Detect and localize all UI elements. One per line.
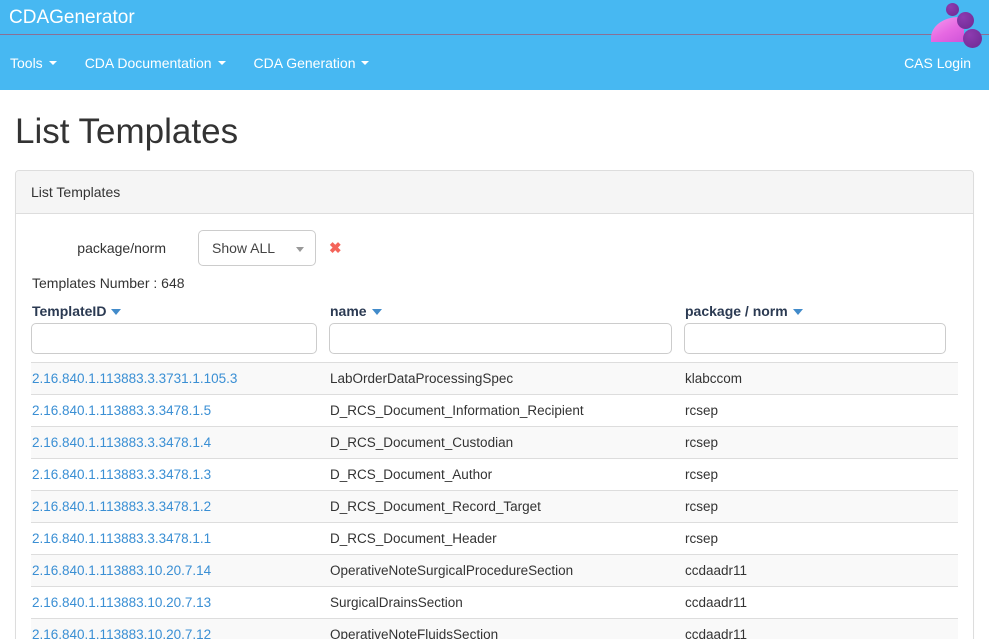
chevron-down-icon [218, 61, 226, 65]
panel-heading: List Templates [16, 171, 973, 214]
template-package-cell: ccdaadr11 [684, 619, 958, 639]
template-name-cell: SurgicalDrainsSection [329, 587, 684, 619]
package-norm-filter-input[interactable] [684, 323, 946, 354]
nav-item-cda-generation[interactable]: CDA Generation [240, 45, 384, 81]
package-norm-select[interactable]: Show ALL [198, 230, 316, 266]
template-name-cell: D_RCS_Document_Record_Target [329, 491, 684, 523]
table-row: 2.16.840.1.113883.3.3731.1.105.3 LabOrde… [31, 363, 958, 395]
chevron-down-icon [296, 247, 304, 252]
clear-filter-icon[interactable]: ✖ [329, 241, 342, 256]
chevron-down-icon [49, 61, 57, 65]
sort-desc-icon[interactable] [793, 309, 803, 315]
table-row: 2.16.840.1.113883.10.20.7.12 OperativeNo… [31, 619, 958, 639]
template-id-link[interactable]: 2.16.840.1.113883.3.3478.1.1 [32, 531, 211, 546]
template-id-link[interactable]: 2.16.840.1.113883.3.3478.1.3 [32, 467, 211, 482]
logo-dot-icon [963, 29, 982, 48]
template-name-cell: OperativeNoteFluidsSection [329, 619, 684, 639]
template-package-cell: ccdaadr11 [684, 555, 958, 587]
app-title[interactable]: CDAGenerator [9, 7, 135, 29]
nav-item-cda-documentation[interactable]: CDA Documentation [71, 45, 240, 81]
templateid-filter-input[interactable] [31, 323, 317, 354]
select-value: Show ALL [212, 240, 275, 256]
template-id-link[interactable]: 2.16.840.1.113883.3.3478.1.2 [32, 499, 211, 514]
main-navbar: Tools CDA Documentation CDA Generation C… [0, 35, 989, 90]
template-name-cell: D_RCS_Document_Custodian [329, 427, 684, 459]
template-package-cell: rcsep [684, 427, 958, 459]
table-filter-row [31, 323, 958, 363]
template-package-cell: rcsep [684, 395, 958, 427]
template-name-cell: D_RCS_Document_Header [329, 523, 684, 555]
table-row: 2.16.840.1.113883.3.3478.1.2 D_RCS_Docum… [31, 491, 958, 523]
template-id-link[interactable]: 2.16.840.1.113883.3.3731.1.105.3 [32, 371, 237, 386]
column-header-templateid[interactable]: TemplateID [31, 301, 329, 323]
template-package-cell: rcsep [684, 523, 958, 555]
template-name-cell: OperativeNoteSurgicalProcedureSection [329, 555, 684, 587]
table-body: 2.16.840.1.113883.3.3731.1.105.3 LabOrde… [31, 363, 958, 639]
logo-dot-icon [957, 12, 974, 29]
cas-login-link[interactable]: CAS Login [896, 45, 979, 81]
template-name-cell: LabOrderDataProcessingSpec [329, 363, 684, 395]
table-row: 2.16.840.1.113883.3.3478.1.1 D_RCS_Docum… [31, 523, 958, 555]
template-name-cell: D_RCS_Document_Author [329, 459, 684, 491]
sort-desc-icon[interactable] [372, 309, 382, 315]
table-row: 2.16.840.1.113883.3.3478.1.5 D_RCS_Docum… [31, 395, 958, 427]
template-package-cell: ccdaadr11 [684, 587, 958, 619]
template-id-link[interactable]: 2.16.840.1.113883.3.3478.1.5 [32, 403, 211, 418]
table-row: 2.16.840.1.113883.10.20.7.14 OperativeNo… [31, 555, 958, 587]
app-logo [923, 2, 985, 42]
column-header-package-norm[interactable]: package / norm [684, 301, 958, 323]
package-filter-row: package/norm Show ALL ✖ [31, 229, 958, 267]
brand-bar: CDAGenerator [0, 0, 989, 35]
template-id-link[interactable]: 2.16.840.1.113883.10.20.7.14 [32, 563, 211, 578]
table-row: 2.16.840.1.113883.10.20.7.13 SurgicalDra… [31, 587, 958, 619]
template-package-cell: klabccom [684, 363, 958, 395]
page-title: List Templates [15, 112, 974, 152]
sort-desc-icon[interactable] [111, 309, 121, 315]
template-id-link[interactable]: 2.16.840.1.113883.10.20.7.13 [32, 595, 211, 610]
package-norm-label: package/norm [31, 240, 166, 256]
template-id-link[interactable]: 2.16.840.1.113883.3.3478.1.4 [32, 435, 211, 450]
table-row: 2.16.840.1.113883.3.3478.1.4 D_RCS_Docum… [31, 427, 958, 459]
nav-item-label: CDA Documentation [85, 55, 212, 71]
main-content: List Templates List Templates package/no… [0, 112, 989, 639]
nav-item-label: Tools [10, 55, 43, 71]
list-templates-panel: List Templates package/norm Show ALL ✖ T… [15, 170, 974, 639]
panel-body: package/norm Show ALL ✖ Templates Number… [16, 214, 973, 639]
template-id-link[interactable]: 2.16.840.1.113883.10.20.7.12 [32, 627, 211, 639]
name-filter-input[interactable] [329, 323, 672, 354]
table-header-row: TemplateID name package / norm [31, 301, 958, 323]
templates-table: TemplateID name package / norm [31, 301, 958, 639]
template-package-cell: rcsep [684, 491, 958, 523]
nav-item-tools[interactable]: Tools [10, 45, 71, 81]
chevron-down-icon [361, 61, 369, 65]
templates-count: Templates Number : 648 [32, 275, 958, 291]
logo-dot-icon [946, 3, 959, 16]
table-row: 2.16.840.1.113883.3.3478.1.3 D_RCS_Docum… [31, 459, 958, 491]
nav-item-label: CDA Generation [254, 55, 356, 71]
column-header-name[interactable]: name [329, 301, 684, 323]
template-package-cell: rcsep [684, 459, 958, 491]
template-name-cell: D_RCS_Document_Information_Recipient [329, 395, 684, 427]
